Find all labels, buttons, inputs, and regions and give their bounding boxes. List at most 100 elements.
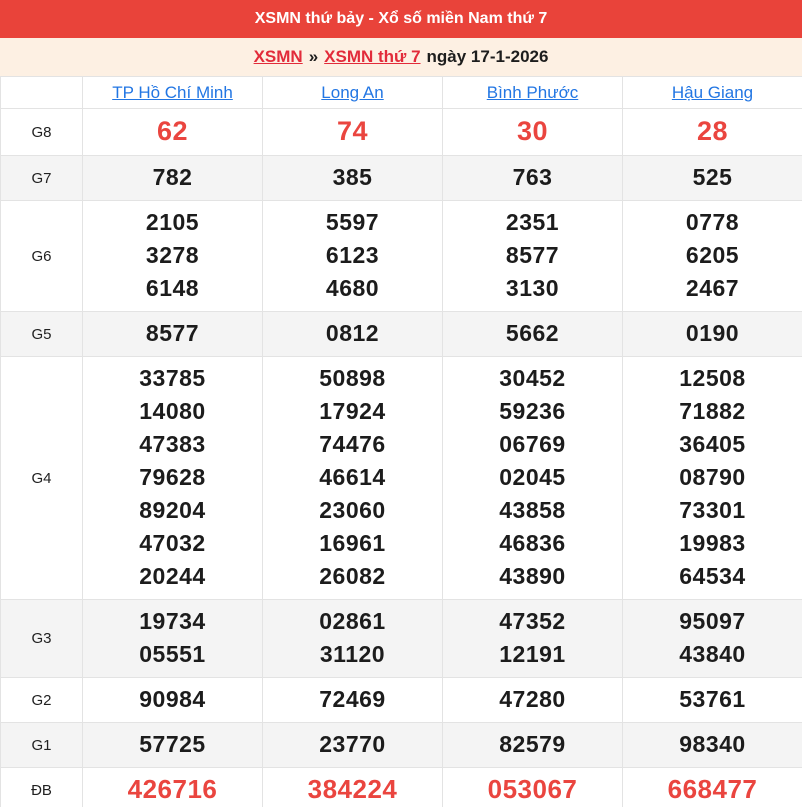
result-number: 3130 <box>505 275 560 301</box>
province-link-longan[interactable]: Long An <box>321 83 383 102</box>
result-cell: 2351 8577 3130 <box>442 200 623 312</box>
result-cell: 385 <box>262 155 443 201</box>
result-number: 82579 <box>499 731 566 757</box>
result-cell: 2105 3278 6148 <box>82 200 263 312</box>
result-number: 763 <box>512 164 553 190</box>
result-number: 57725 <box>139 731 206 757</box>
result-number: 4680 <box>325 275 380 301</box>
breadcrumb-link-xsmn[interactable]: XSMN <box>254 47 303 67</box>
result-cell: 30452 59236 06769 02045 43858 46836 43890 <box>442 356 623 600</box>
result-number: 30452 <box>499 365 566 391</box>
prize-label: G2 <box>0 677 83 723</box>
result-number: 17924 <box>319 398 386 424</box>
province-link-tphcm[interactable]: TP Hồ Chí Minh <box>112 83 233 102</box>
result-cell: 50898 17924 74476 46614 23060 16961 26082 <box>262 356 443 600</box>
result-number: 06769 <box>499 431 566 457</box>
result-number: 46836 <box>499 530 566 556</box>
result-number: 05551 <box>139 641 206 667</box>
province-link-haugiang[interactable]: Hậu Giang <box>672 83 753 102</box>
result-number: 8577 <box>505 242 560 268</box>
result-number: 79628 <box>139 464 206 490</box>
province-link-binhphuoc[interactable]: Bình Phước <box>487 83 579 102</box>
result-number: 385 <box>332 164 373 190</box>
result-number: 47280 <box>499 686 566 712</box>
prize-label: G7 <box>0 155 83 201</box>
result-cell: 23770 <box>262 722 443 768</box>
result-number: 59236 <box>499 398 566 424</box>
result-cell: 95097 43840 <box>622 599 802 678</box>
result-cell: 0778 6205 2467 <box>622 200 802 312</box>
result-number: 8577 <box>145 320 200 346</box>
result-number: 5662 <box>505 320 560 346</box>
prize-row-G8: G8 62 74 30 28 <box>0 108 802 156</box>
result-number: 14080 <box>139 398 206 424</box>
result-cell: 72469 <box>262 677 443 723</box>
result-cell: 98340 <box>622 722 802 768</box>
result-number: 0778 <box>685 209 740 235</box>
prize-row-G2: G2 90984 72469 47280 53761 <box>0 677 802 723</box>
result-number: 3278 <box>145 242 200 268</box>
result-number: 62 <box>156 116 189 146</box>
result-number: 95097 <box>679 608 746 634</box>
result-cell: 0812 <box>262 311 443 357</box>
result-number: 71882 <box>679 398 746 424</box>
result-number: 0812 <box>325 320 380 346</box>
result-cell: 30 <box>442 108 623 156</box>
result-number: 28 <box>696 116 729 146</box>
result-number: 50898 <box>319 365 386 391</box>
result-cell: 782 <box>82 155 263 201</box>
result-cell: 28 <box>622 108 802 156</box>
prize-row-G3: G3 19734 05551 02861 31120 47352 12191 95097 438… <box>0 599 802 678</box>
result-number: 782 <box>152 164 193 190</box>
result-cell: 62 <box>82 108 263 156</box>
result-cell: 19734 05551 <box>82 599 263 678</box>
result-number: 5597 <box>325 209 380 235</box>
result-cell: 47280 <box>442 677 623 723</box>
result-cell: 384224 <box>262 767 443 807</box>
breadcrumb-date: ngày 17-1-2026 <box>426 47 549 66</box>
breadcrumb: XSMN » XSMN thứ 7 ngày 17-1-2026 <box>0 38 802 76</box>
result-cell: 47352 12191 <box>442 599 623 678</box>
province-header-row: TP Hồ Chí Minh Long An Bình Phước Hậu Gi… <box>0 76 802 109</box>
prize-label: G6 <box>0 200 83 312</box>
results-table: TP Hồ Chí Minh Long An Bình Phước Hậu Gi… <box>0 76 802 807</box>
result-number: 47352 <box>499 608 566 634</box>
result-number: 2467 <box>685 275 740 301</box>
prize-row-G6: G6 2105 3278 6148 5597 6123 4680 2351 8577 3130 07… <box>0 200 802 312</box>
breadcrumb-link-xsmn-thu7[interactable]: XSMN thứ 7 <box>324 47 420 67</box>
result-number: 89204 <box>139 497 206 523</box>
prize-label: G3 <box>0 599 83 678</box>
prize-row-G1: G1 57725 23770 82579 98340 <box>0 722 802 768</box>
result-number: 6205 <box>685 242 740 268</box>
result-number: 30 <box>516 116 549 146</box>
result-cell: 82579 <box>442 722 623 768</box>
prize-label: ĐB <box>0 767 83 807</box>
prize-label: G8 <box>0 108 83 156</box>
result-number: 43890 <box>499 563 566 589</box>
result-cell: 02861 31120 <box>262 599 443 678</box>
result-cell: 053067 <box>442 767 623 807</box>
prize-column-header <box>0 76 83 109</box>
result-cell: 525 <box>622 155 802 201</box>
page-title: XSMN thứ bảy - Xổ số miền Nam thứ 7 <box>254 10 548 27</box>
result-number: 02045 <box>499 464 566 490</box>
result-number: 74476 <box>319 431 386 457</box>
result-number: 02861 <box>319 608 386 634</box>
result-number: 668477 <box>667 774 758 804</box>
result-number: 31120 <box>319 641 386 667</box>
result-cell: 668477 <box>622 767 802 807</box>
result-number: 426716 <box>127 774 218 804</box>
result-number: 43858 <box>499 497 566 523</box>
result-number: 98340 <box>679 731 746 757</box>
result-number: 47032 <box>139 530 206 556</box>
result-number: 23770 <box>319 731 386 757</box>
result-cell: 5662 <box>442 311 623 357</box>
result-cell: 74 <box>262 108 443 156</box>
result-number: 12508 <box>679 365 746 391</box>
result-number: 2351 <box>505 209 560 235</box>
prize-label: G4 <box>0 356 83 600</box>
results-table-body: G8 62 74 30 28 G7 782 385 763 525 G6 2105 3278 6148 55… <box>0 108 802 807</box>
breadcrumb-separator: » <box>308 47 319 66</box>
result-number: 20244 <box>139 563 206 589</box>
result-cell: 0190 <box>622 311 802 357</box>
